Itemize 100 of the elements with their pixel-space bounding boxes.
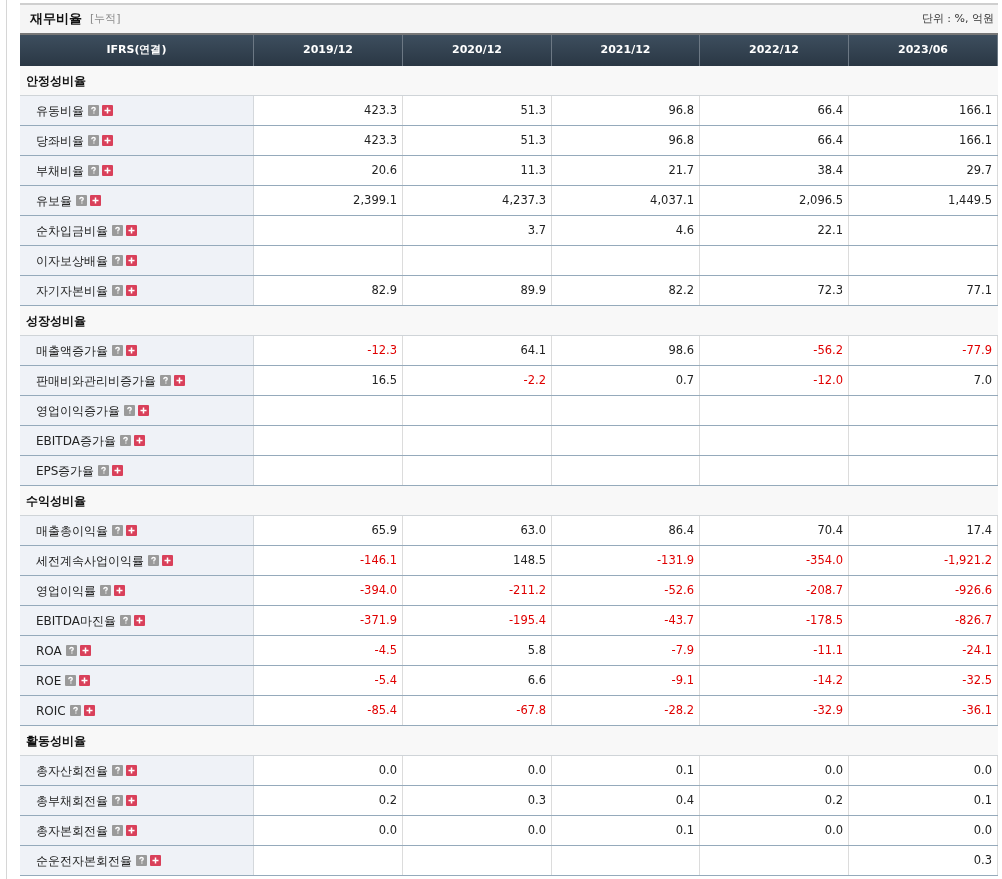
row-label: 부채비율 <box>36 162 84 180</box>
expand-plus-icon[interactable] <box>102 105 113 116</box>
help-icon[interactable] <box>112 285 123 296</box>
table-cell-text: 0.0 <box>973 821 992 839</box>
expand-plus-icon[interactable] <box>102 165 113 176</box>
expand-plus-icon[interactable] <box>126 825 137 836</box>
help-icon[interactable] <box>112 345 123 356</box>
table-cell-text: -56.2 <box>813 341 843 359</box>
expand-plus-icon[interactable] <box>162 555 173 566</box>
table-cell-text: 86.4 <box>668 521 694 539</box>
help-icon[interactable] <box>119 435 131 446</box>
table-cell-text: 4,037.1 <box>650 191 694 209</box>
help-icon[interactable] <box>136 855 147 866</box>
table-cell-text: -208.7 <box>805 581 843 599</box>
table-cell-text: 0.3 <box>973 851 992 869</box>
category-heading: 안정성비율 <box>26 72 86 90</box>
row-label: 유보율 <box>36 192 72 210</box>
row-label: 매출액증가율 <box>36 342 108 360</box>
help-icon[interactable] <box>148 555 159 566</box>
help-icon[interactable] <box>112 525 123 536</box>
expand-plus-icon[interactable] <box>79 675 91 686</box>
table-cell-text: -195.4 <box>508 611 546 629</box>
row-label: 총자산회전율 <box>36 762 108 780</box>
table-cell-text: -32.9 <box>813 701 843 719</box>
row-label: EBITDA마진율 <box>36 612 116 630</box>
help-icon[interactable] <box>69 705 81 716</box>
table-cell-text: -394.0 <box>359 581 397 599</box>
help-icon[interactable] <box>112 795 123 806</box>
expand-plus-icon[interactable] <box>102 135 113 146</box>
table-cell-text: 0.2 <box>378 791 397 809</box>
section-title: 재무비율 <box>30 10 82 29</box>
table-cell-text: -67.8 <box>516 701 546 719</box>
table-cell-text: 38.4 <box>817 161 843 179</box>
table-cell-text: 0.0 <box>824 821 843 839</box>
table-cell-text: 16.5 <box>371 371 397 389</box>
table-cell-text: -12.0 <box>813 371 843 389</box>
table-cell-text: 11.3 <box>520 161 546 179</box>
expand-plus-icon[interactable] <box>150 855 161 866</box>
expand-plus-icon[interactable] <box>112 465 124 476</box>
expand-plus-icon[interactable] <box>126 345 137 356</box>
table-cell-text: -11.1 <box>813 641 843 659</box>
table-cell-text: -2.2 <box>523 371 546 389</box>
table-cell-text: 0.3 <box>527 791 546 809</box>
expand-plus-icon[interactable] <box>133 615 145 626</box>
help-icon[interactable] <box>124 405 135 416</box>
table-cell-text: 0.0 <box>973 761 992 779</box>
help-icon[interactable] <box>100 585 111 596</box>
expand-plus-icon[interactable] <box>114 585 125 596</box>
table-cell-text: -826.7 <box>954 611 992 629</box>
table-cell-text: 64.1 <box>520 341 546 359</box>
table-cell-text: 0.1 <box>973 791 992 809</box>
help-icon[interactable] <box>88 135 99 146</box>
table-cell-text: -14.2 <box>813 671 843 689</box>
help-icon[interactable] <box>112 825 123 836</box>
expand-plus-icon[interactable] <box>126 285 137 296</box>
category-heading: 활동성비율 <box>26 732 86 750</box>
help-icon[interactable] <box>98 465 110 476</box>
category-heading: 수익성비율 <box>26 492 86 510</box>
table-cell-text: 7.0 <box>973 371 992 389</box>
help-icon[interactable] <box>112 255 123 266</box>
help-icon[interactable] <box>65 675 77 686</box>
expand-plus-icon[interactable] <box>138 405 149 416</box>
table-cell-text: 0.0 <box>824 761 843 779</box>
expand-plus-icon[interactable] <box>126 795 137 806</box>
expand-plus-icon[interactable] <box>126 525 137 536</box>
help-icon[interactable] <box>88 105 99 116</box>
expand-plus-icon[interactable] <box>90 195 101 206</box>
table-cell-text: -28.2 <box>664 701 694 719</box>
expand-plus-icon[interactable] <box>126 255 137 266</box>
category-heading: 성장성비율 <box>26 312 86 330</box>
table-cell-text: -85.4 <box>367 701 397 719</box>
expand-plus-icon[interactable] <box>126 225 137 236</box>
expand-plus-icon[interactable] <box>79 645 91 656</box>
help-icon[interactable] <box>112 225 123 236</box>
table-cell-text: 0.0 <box>527 761 546 779</box>
cumulative-label: [누적] <box>90 10 121 27</box>
table-cell-text: 2,399.1 <box>353 191 397 209</box>
table-cell-text: 0.0 <box>378 761 397 779</box>
expand-plus-icon[interactable] <box>126 765 137 776</box>
table-cell-text: 63.0 <box>520 521 546 539</box>
help-icon[interactable] <box>112 765 123 776</box>
table-cell-text: 29.7 <box>966 161 992 179</box>
expand-plus-icon[interactable] <box>133 435 145 446</box>
table-cell-text: 0.1 <box>675 821 694 839</box>
table-cell-text: 20.6 <box>371 161 397 179</box>
expand-plus-icon[interactable] <box>83 705 95 716</box>
help-icon[interactable] <box>65 645 77 656</box>
row-label: 총자본회전율 <box>36 822 108 840</box>
table-cell-text: -371.9 <box>359 611 397 629</box>
help-icon[interactable] <box>88 165 99 176</box>
table-cell-text: 72.3 <box>817 281 843 299</box>
table-cell-text: 51.3 <box>520 101 546 119</box>
help-icon[interactable] <box>76 195 87 206</box>
row-label: EPS증가율 <box>36 462 95 480</box>
expand-plus-icon[interactable] <box>174 375 185 386</box>
table-cell-text: -5.4 <box>374 671 397 689</box>
table-cell-text: -211.2 <box>508 581 546 599</box>
help-icon[interactable] <box>119 615 131 626</box>
help-icon[interactable] <box>160 375 171 386</box>
table-cell-text: 17.4 <box>966 521 992 539</box>
